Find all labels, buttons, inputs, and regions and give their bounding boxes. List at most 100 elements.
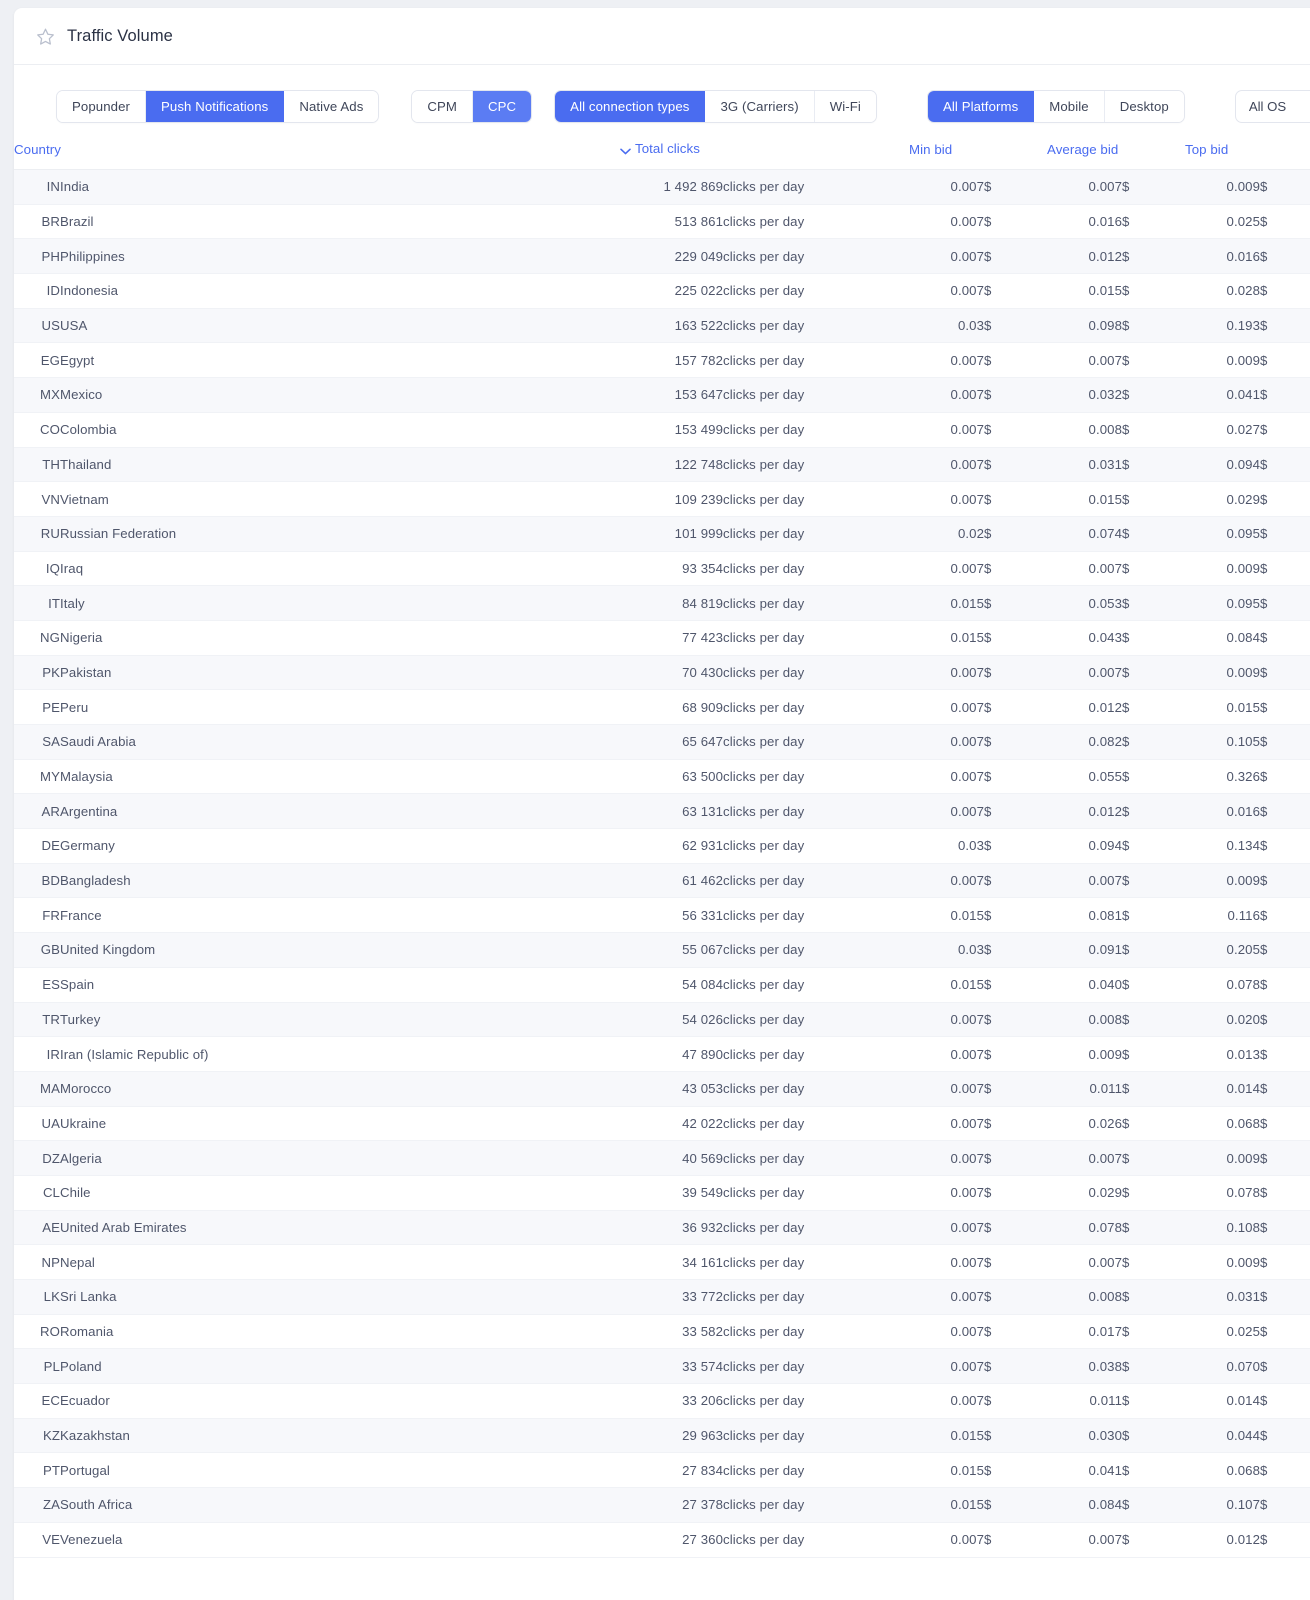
clicks-unit-label: clicks per day	[723, 1036, 910, 1072]
filter-all-connection-types[interactable]: All connection types	[555, 91, 706, 122]
min-bid-currency: $	[984, 1210, 1048, 1246]
table-row[interactable]: AE United Arab Emirates 36 932 clicks per d…	[14, 1210, 1310, 1246]
column-header-total-clicks[interactable]: Total clicks	[620, 141, 910, 170]
table-row[interactable]: FR France 56 331 clicks per day 0.015 $0.081 $…	[14, 897, 1310, 934]
filter-cpm[interactable]: CPM	[412, 91, 474, 122]
min-bid-value: 0.007	[909, 1522, 985, 1558]
filter-mobile[interactable]: Mobile	[1034, 91, 1105, 122]
table-row[interactable]: EG Egypt 157 782 clicks per day 0.007 $0.007 $…	[14, 342, 1310, 379]
top-bid-currency: $	[1260, 1487, 1310, 1523]
filter-desktop[interactable]: Desktop	[1104, 91, 1184, 122]
table-row[interactable]: GB United Kingdom 55 067 clicks per day 0.03…	[14, 932, 1310, 968]
top-bid-currency: $	[1260, 377, 1310, 413]
min-bid-value: 0.015	[909, 620, 985, 656]
clicks-unit-label: clicks per day	[723, 551, 910, 587]
average-bid-value: 0.008	[1047, 412, 1123, 448]
table-row[interactable]: MA Morocco 43 053 clicks per day 0.007 $0.011…	[14, 1071, 1310, 1107]
star-icon[interactable]	[36, 27, 55, 46]
column-header-min-bid[interactable]: Min bid	[909, 141, 1048, 170]
min-bid-currency: $	[984, 1002, 1048, 1038]
total-clicks-value: 43 053	[620, 1071, 724, 1107]
table-row[interactable]: PT Portugal 27 834 clicks per day 0.015 $0.04…	[14, 1452, 1310, 1489]
top-bid-value: 0.009	[1185, 1140, 1261, 1176]
table-row[interactable]: RU Russian Federation 101 999 clicks per da…	[14, 516, 1310, 552]
clicks-unit-label: clicks per day	[723, 377, 910, 413]
top-bid-currency: $	[1260, 169, 1310, 205]
total-clicks-value: 65 647	[620, 724, 724, 760]
page-background: Traffic Volume Popunder Push Notificatio…	[0, 0, 1310, 1600]
table-row[interactable]: DE Germany 62 931 clicks per day 0.03 $0.094 $…	[14, 828, 1310, 864]
country-code: PE	[14, 689, 60, 725]
country-name: Ecuador	[60, 1383, 621, 1419]
table-row[interactable]: MX Mexico 153 647 clicks per day 0.007 $0.032…	[14, 377, 1310, 413]
table-row[interactable]: IT Italy 84 819 clicks per day 0.015 $0.053 $0…	[14, 585, 1310, 621]
table-row[interactable]: NG Nigeria 77 423 clicks per day 0.015 $0.043…	[14, 620, 1310, 656]
ad-format-segmented-control: Popunder Push Notifications Native Ads	[56, 90, 380, 123]
column-header-country[interactable]: Country	[14, 141, 621, 170]
table-row[interactable]: PL Poland 33 574 clicks per day 0.007 $0.038 $…	[14, 1348, 1310, 1385]
table-row[interactable]: PH Philippines 229 049 clicks per day 0.007 $…	[14, 238, 1310, 275]
filter-all-platforms[interactable]: All Platforms	[927, 91, 1035, 122]
clicks-unit-label: clicks per day	[723, 897, 910, 934]
table-row[interactable]: RO Romania 33 582 clicks per day 0.007 $0.017…	[14, 1314, 1310, 1350]
filter-push-notifications[interactable]: Push Notifications	[146, 91, 285, 122]
table-row[interactable]: TR Turkey 54 026 clicks per day 0.007 $0.008 $…	[14, 1002, 1310, 1038]
table-row[interactable]: CO Colombia 153 499 clicks per day 0.007 $0.0…	[14, 412, 1310, 448]
min-bid-currency: $	[984, 551, 1048, 587]
column-header-top-bid[interactable]: Top bid	[1185, 141, 1310, 170]
column-header-average-bid[interactable]: Average bid	[1047, 141, 1186, 170]
table-row[interactable]: VE Venezuela 27 360 clicks per day 0.007 $0.0…	[14, 1522, 1310, 1558]
country-name: India	[60, 169, 621, 205]
table-row[interactable]: LK Sri Lanka 33 772 clicks per day 0.007 $0.0…	[14, 1279, 1310, 1315]
top-bid-currency: $	[1260, 273, 1310, 309]
table-row[interactable]: IN India 1 492 869 clicks per day 0.007 $0.00…	[14, 169, 1310, 205]
table-row[interactable]: IR Iran (Islamic Republic of) 47 890 clicks…	[14, 1036, 1310, 1072]
table-row[interactable]: KZ Kazakhstan 29 963 clicks per day 0.015 $0.…	[14, 1418, 1310, 1454]
table-row[interactable]: MY Malaysia 63 500 clicks per day 0.007 $0.05…	[14, 759, 1310, 795]
filter-bar: Popunder Push Notifications Native Ads C…	[14, 65, 1310, 141]
table-row[interactable]: BD Bangladesh 61 462 clicks per day 0.007 $0.…	[14, 863, 1310, 899]
table-row[interactable]: CL Chile 39 549 clicks per day 0.007 $0.029 $0…	[14, 1175, 1310, 1211]
table-row[interactable]: ZA South Africa 27 378 clicks per day 0.015 $…	[14, 1487, 1310, 1523]
pricing-model-segmented-control: CPM CPC	[411, 90, 533, 123]
table-row[interactable]: UA Ukraine 42 022 clicks per day 0.007 $0.026…	[14, 1106, 1310, 1142]
filter-cpc[interactable]: CPC	[473, 91, 532, 122]
country-code: PK	[14, 655, 60, 691]
country-code: VE	[14, 1522, 60, 1558]
table-row[interactable]: ES Spain 54 084 clicks per day 0.015 $0.040 $0…	[14, 967, 1310, 1003]
min-bid-value: 0.007	[909, 1279, 985, 1315]
table-row[interactable]: EC Ecuador 33 206 clicks per day 0.007 $0.011…	[14, 1383, 1310, 1419]
table-row[interactable]: TH Thailand 122 748 clicks per day 0.007 $0.0…	[14, 447, 1310, 483]
filter-popunder[interactable]: Popunder	[57, 91, 146, 122]
platform-segmented-control: All Platforms Mobile Desktop	[926, 90, 1185, 123]
average-bid-value: 0.055	[1047, 759, 1123, 795]
table-row[interactable]: US USA 163 522 clicks per day 0.03 $0.098 $0.1…	[14, 308, 1310, 344]
table-row[interactable]: VN Vietnam 109 239 clicks per day 0.007 $0.01…	[14, 481, 1310, 517]
table-row[interactable]: ID Indonesia 225 022 clicks per day 0.007 $0.…	[14, 273, 1310, 309]
average-bid-currency: $	[1122, 1210, 1186, 1246]
table-row[interactable]: PK Pakistan 70 430 clicks per day 0.007 $0.00…	[14, 655, 1310, 691]
min-bid-currency: $	[984, 897, 1048, 934]
clicks-unit-label: clicks per day	[723, 863, 910, 899]
table-row[interactable]: SA Saudi Arabia 65 647 clicks per day 0.007 $…	[14, 724, 1310, 760]
min-bid-value: 0.015	[909, 1452, 985, 1489]
table-row[interactable]: NP Nepal 34 161 clicks per day 0.007 $0.007 $0…	[14, 1244, 1310, 1280]
table-row[interactable]: IQ Iraq 93 354 clicks per day 0.007 $0.007 $0.…	[14, 551, 1310, 587]
country-name: Vietnam	[60, 481, 621, 517]
country-code: CO	[14, 412, 60, 448]
os-select[interactable]: All OS	[1234, 90, 1310, 123]
total-clicks-value: 42 022	[620, 1106, 724, 1142]
average-bid-currency: $	[1122, 1314, 1186, 1350]
filter-wifi[interactable]: Wi-Fi	[814, 91, 876, 122]
total-clicks-value: 157 782	[620, 342, 724, 379]
table-row[interactable]: PE Peru 68 909 clicks per day 0.007 $0.012 $0.…	[14, 689, 1310, 725]
average-bid-currency: $	[1122, 1036, 1186, 1072]
country-code: GB	[14, 932, 60, 968]
average-bid-value: 0.007	[1047, 655, 1123, 691]
filter-native-ads[interactable]: Native Ads	[284, 91, 379, 122]
table-row[interactable]: AR Argentina 63 131 clicks per day 0.007 $0.0…	[14, 793, 1310, 830]
table-row[interactable]: BR Brazil 513 861 clicks per day 0.007 $0.016…	[14, 204, 1310, 240]
table-row[interactable]: DZ Algeria 40 569 clicks per day 0.007 $0.007…	[14, 1140, 1310, 1176]
filter-3g-carriers[interactable]: 3G (Carriers)	[705, 91, 815, 122]
country-code: PT	[14, 1452, 60, 1489]
